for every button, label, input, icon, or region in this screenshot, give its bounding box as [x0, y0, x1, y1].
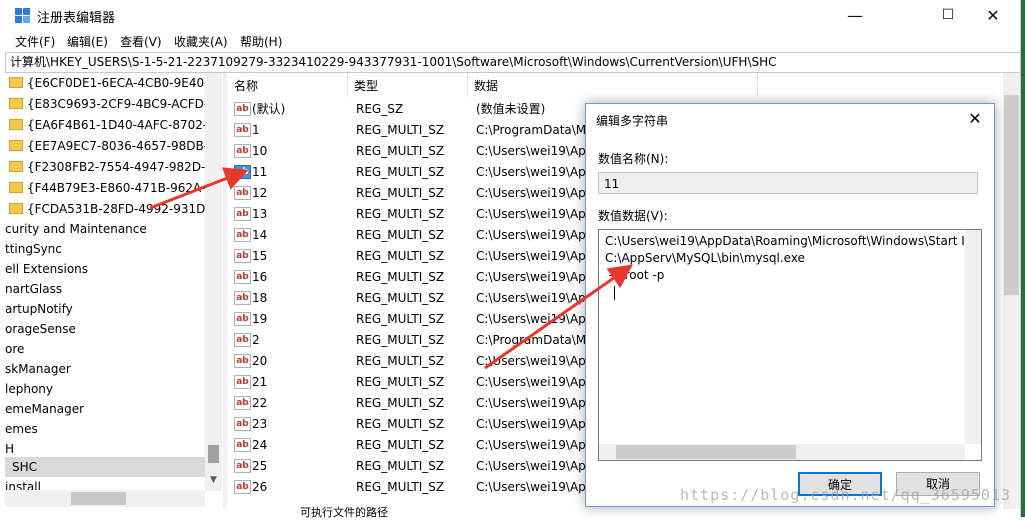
arrow-to-value-11 — [149, 167, 249, 210]
annotation-arrows — [149, 167, 633, 370]
arrow-to-command-line — [484, 264, 633, 370]
